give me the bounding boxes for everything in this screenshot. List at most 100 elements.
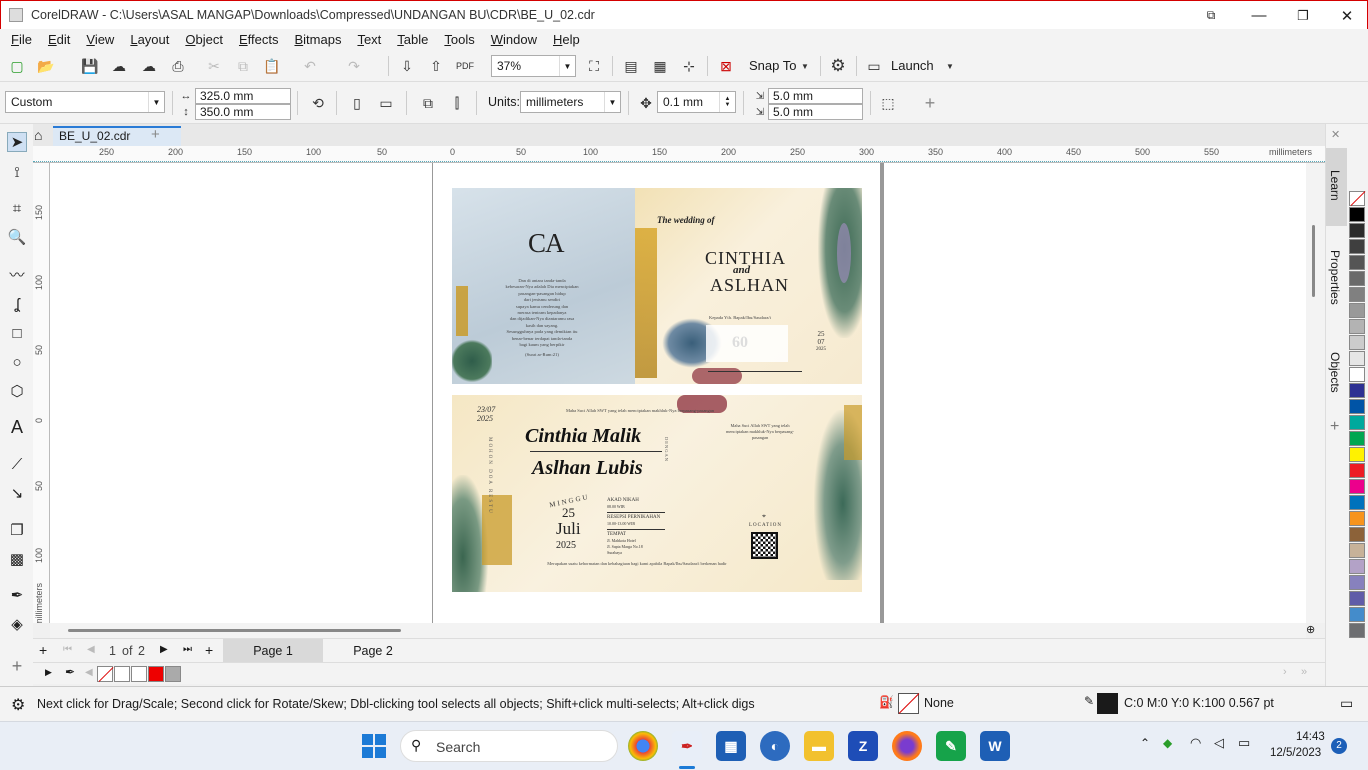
nudge-distance-field[interactable]: 0.1 mm ▲ ▼	[657, 91, 736, 113]
parallel-dimension-icon[interactable]: ⟋	[7, 454, 27, 474]
crop-tool-icon[interactable]: ⌗	[7, 198, 27, 218]
launch-button[interactable]: Launch	[891, 58, 934, 73]
docker-tab-learn[interactable]: Learn	[1326, 148, 1348, 226]
color-swatch-white[interactable]	[1349, 367, 1365, 382]
import-icon[interactable]: ⇩	[397, 56, 417, 76]
rectangle-tool-icon[interactable]: □	[7, 323, 27, 343]
snap-to-button[interactable]: Snap To	[749, 58, 796, 73]
app-launcher-icon[interactable]: Z	[848, 731, 878, 761]
export-icon[interactable]: ⇧	[426, 56, 446, 76]
color-swatch-blue[interactable]	[1349, 399, 1365, 414]
restore-layout-icon[interactable]: ⧉	[1189, 1, 1233, 30]
show-rulers-icon[interactable]: ▤	[621, 56, 641, 76]
palette-scroll-left-icon[interactable]: ◀	[85, 667, 93, 678]
palette-expand-icon[interactable]: ▶	[45, 667, 52, 678]
color-swatch-gray30[interactable]	[1349, 319, 1365, 334]
color-swatch-magenta[interactable]	[1349, 479, 1365, 494]
fill-none-swatch[interactable]	[898, 693, 920, 714]
drawing-canvas[interactable]: CA Dan di antara tanda-tanda kebesaran-N…	[50, 163, 1306, 623]
color-swatch-gray70[interactable]	[1349, 255, 1365, 270]
current-page-number[interactable]: 1	[109, 644, 116, 658]
cut-icon[interactable]: ✂	[204, 56, 224, 76]
palette-scroll-end-icon[interactable]: »	[1301, 666, 1307, 678]
maximize-button[interactable]: ❐	[1281, 1, 1325, 30]
menu-tools[interactable]: Tools	[436, 32, 482, 47]
vertical-scroll-thumb[interactable]	[1312, 225, 1315, 297]
page-preset-combo[interactable]: Custom ▼	[5, 91, 165, 113]
page-frame-icon[interactable]: ⬚	[878, 93, 898, 113]
zoom-fit-icon[interactable]: ⊕	[1306, 623, 1315, 636]
eyedropper-icon[interactable]: ✒	[65, 665, 75, 679]
horizontal-scrollbar[interactable]: ⊕	[50, 623, 1315, 638]
green-app-icon[interactable]: ✎	[936, 731, 966, 761]
taskbar-search-box[interactable]: ⚲ Search	[400, 730, 618, 762]
drop-shadow-icon[interactable]: ❐	[7, 520, 27, 540]
pick-tool-icon[interactable]: ➤	[7, 132, 27, 152]
color-swatch-gray20[interactable]	[1349, 335, 1365, 350]
monitor-icon[interactable]: ▭	[1340, 695, 1353, 712]
snap-dropdown-chevron-icon[interactable]: ▼	[795, 56, 815, 76]
zoom-level-combo[interactable]: 37% ▼	[491, 55, 576, 77]
zoom-tool-icon[interactable]: 🔍	[7, 227, 27, 247]
coreldraw-taskbar-icon[interactable]: ✒	[672, 731, 702, 761]
menu-view[interactable]: View	[78, 32, 122, 47]
show-guidelines-icon[interactable]: ⊹	[679, 56, 699, 76]
launch-icon[interactable]: ▭	[864, 56, 884, 76]
menu-effects[interactable]: Effects	[231, 32, 287, 47]
vertical-scrollbar[interactable]	[1306, 163, 1325, 623]
color-swatch-gray90[interactable]	[1349, 223, 1365, 238]
close-button[interactable]: ✕	[1325, 1, 1368, 30]
color-swatch-orange[interactable]	[1349, 511, 1365, 526]
color-swatch-red[interactable]	[1349, 463, 1365, 478]
menu-bitmaps[interactable]: Bitmaps	[286, 32, 349, 47]
menu-text[interactable]: Text	[349, 32, 389, 47]
doc-red-swatch[interactable]	[148, 666, 164, 682]
menu-help[interactable]: Help	[545, 32, 588, 47]
color-swatch-gray10[interactable]	[1349, 351, 1365, 366]
invitation-cover-card[interactable]: CA Dan di antara tanda-tanda kebesaran-N…	[452, 188, 862, 384]
doc-no-color-swatch[interactable]	[97, 666, 114, 682]
palette-scroll-right-icon[interactable]: ›	[1283, 666, 1287, 678]
color-swatch-black[interactable]	[1349, 207, 1365, 222]
add-docker-plus-icon[interactable]: +	[1330, 418, 1339, 436]
artistic-media-icon[interactable]: ʆ	[7, 294, 27, 314]
color-swatch-brown[interactable]	[1349, 527, 1365, 542]
page-width-field[interactable]: 325.0 mm	[195, 88, 291, 104]
docker-tab-properties[interactable]: Properties	[1326, 228, 1348, 312]
notification-badge[interactable]: 2	[1331, 738, 1347, 754]
paste-icon[interactable]: 📋	[262, 56, 282, 76]
tray-app-icon[interactable]: ◆	[1163, 736, 1172, 750]
freehand-tool-icon[interactable]: 〰	[7, 264, 27, 284]
show-grid-icon[interactable]: ▦	[650, 56, 670, 76]
last-page-icon[interactable]: ⏭	[183, 644, 192, 655]
eyedropper-tool-icon[interactable]: ✒	[7, 585, 27, 605]
page-height-field[interactable]: 350.0 mm	[195, 104, 291, 120]
menu-layout[interactable]: Layout	[122, 32, 177, 47]
add-tool-plus-icon[interactable]: +	[7, 656, 27, 676]
all-pages-icon[interactable]: ⧉	[418, 93, 438, 113]
new-document-icon[interactable]: ▢	[7, 56, 27, 76]
document-tab[interactable]: BE_U_02.cdr	[53, 126, 181, 146]
browser-icon[interactable]: ◐	[760, 731, 790, 761]
docker-close-icon[interactable]: ✕	[1331, 128, 1340, 141]
ellipse-tool-icon[interactable]: ○	[7, 352, 27, 372]
color-swatch-navy[interactable]	[1349, 383, 1365, 398]
previous-page-icon[interactable]: ◀	[87, 644, 95, 655]
polygon-tool-icon[interactable]: ⬡	[7, 381, 27, 401]
doc-white-swatch[interactable]	[114, 666, 130, 682]
page-tab-2[interactable]: Page 2	[323, 639, 423, 663]
paper-orientation-icon[interactable]: ⟲	[308, 93, 328, 113]
settings-gear-icon[interactable]: ⚙	[828, 56, 848, 76]
snap-off-icon[interactable]: ⊠	[716, 56, 736, 76]
duplicate-y-field[interactable]: 5.0 mm	[768, 104, 863, 120]
color-swatch-gray80[interactable]	[1349, 239, 1365, 254]
color-swatch-sky[interactable]	[1349, 607, 1365, 622]
color-swatch-cyan-blue[interactable]	[1349, 495, 1365, 510]
current-page-icon[interactable]: ⫿	[447, 93, 467, 113]
next-page-icon[interactable]: ▶	[160, 644, 168, 655]
cloud-import-icon[interactable]: ☁	[109, 56, 129, 76]
menu-table[interactable]: Table	[389, 32, 436, 47]
first-page-icon[interactable]: ⏮	[63, 644, 72, 655]
add-plus-icon[interactable]: +	[920, 93, 940, 113]
color-swatch-green[interactable]	[1349, 431, 1365, 446]
